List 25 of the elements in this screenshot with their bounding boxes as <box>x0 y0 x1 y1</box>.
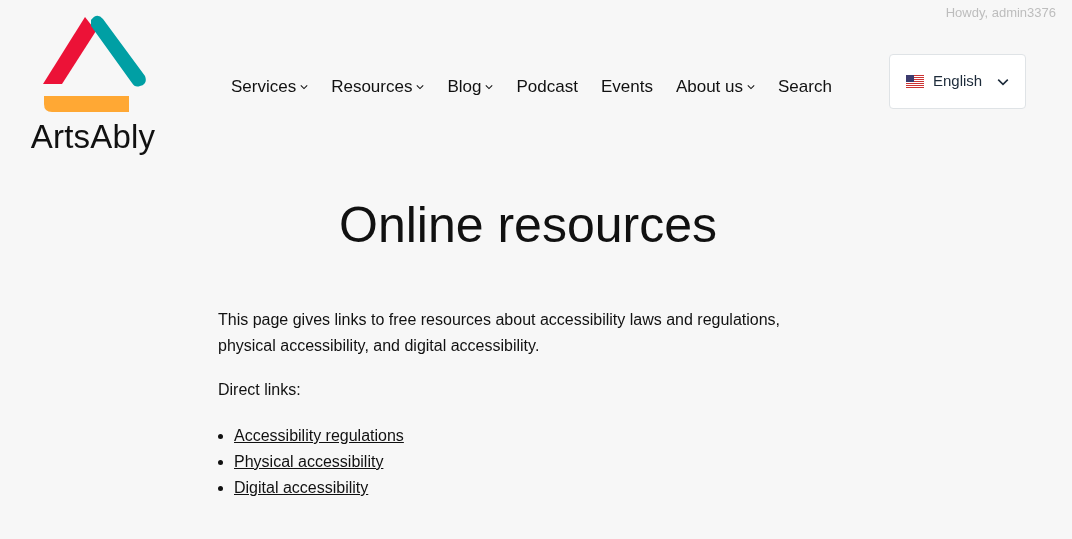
chevron-down-icon <box>300 83 309 90</box>
bullet-icon <box>218 433 223 439</box>
flag-icon <box>906 75 924 88</box>
chevron-down-icon <box>747 83 755 90</box>
page-title: Online resources <box>338 196 718 255</box>
nav-link[interactable]: Services <box>231 74 309 100</box>
direct-links-label: Direct links: <box>218 380 302 400</box>
nav-link[interactable]: Podcast <box>516 74 578 100</box>
nav-link[interactable]: Events <box>600 74 653 100</box>
bullet-icon <box>218 485 223 491</box>
nav-link[interactable]: Search <box>778 74 832 100</box>
nav-link[interactable]: Resources <box>331 74 425 100</box>
resource-link[interactable]: Digital accessibility <box>234 475 369 501</box>
chevron-down-icon <box>485 83 494 90</box>
chevron-down-icon <box>416 83 425 90</box>
resource-link[interactable]: Accessibility regulations <box>234 423 404 449</box>
logo-text[interactable]: ArtsAbly <box>30 119 156 155</box>
nav-link[interactable]: Blog <box>447 74 494 100</box>
resource-link[interactable]: Physical accessibility <box>234 449 384 475</box>
language-selector[interactable]: English <box>889 54 1026 109</box>
chevron-down-icon <box>997 77 1009 86</box>
nav-link[interactable]: About us <box>675 74 755 100</box>
intro-paragraph: This page gives links to free resources about accessibility laws and regulations, physical accessibility, and digital accessibility. <box>218 310 782 356</box>
bullet-icon <box>218 459 223 465</box>
greeting-text: Howdy, admin3376 <box>945 4 1056 22</box>
